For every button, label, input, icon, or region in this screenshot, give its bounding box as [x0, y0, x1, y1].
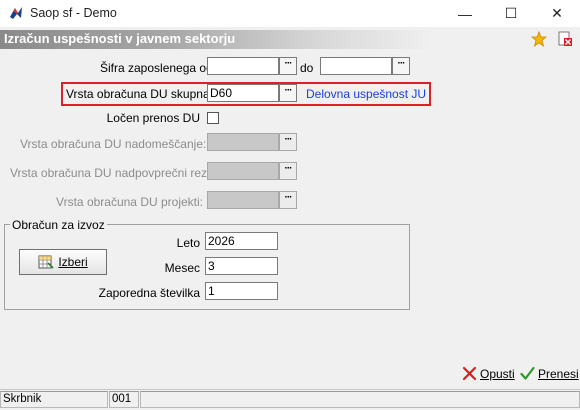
cancel-x-icon: [462, 366, 477, 381]
status-user: Skrbnik: [0, 391, 108, 408]
close-window-button[interactable]: ✕: [534, 0, 580, 27]
vrsta-skupna-lookup-button[interactable]: ···: [279, 84, 297, 102]
mesec-label: Mesec: [164, 261, 200, 275]
table-select-icon: [38, 255, 54, 269]
izberi-button[interactable]: Izberi: [19, 249, 107, 275]
vrsta-skupna-input[interactable]: D60: [207, 84, 279, 102]
star-favorite-icon[interactable]: [531, 31, 547, 47]
status-empty: [140, 391, 580, 408]
projekti-label: Vrsta obračuna DU projekti:: [56, 195, 203, 209]
sifra-from-input[interactable]: [207, 57, 279, 75]
status-company: 001: [109, 391, 139, 408]
zaporedna-label: Zaporedna številka: [98, 286, 200, 300]
zaporedna-input[interactable]: 1: [205, 282, 278, 300]
nadpovprecni-label: Vrsta obračuna DU nadpovprečni rez.:: [10, 166, 214, 180]
export-group-title: Obračun za izvoz: [10, 218, 107, 232]
leto-label: Leto: [176, 236, 200, 250]
projekti-input: [207, 191, 279, 209]
checkmark-icon: [520, 366, 535, 380]
do-label: do: [300, 61, 314, 75]
izberi-label: Izberi: [58, 255, 88, 269]
vrsta-skupna-label: Vrsta obračuna DU skupna:: [66, 87, 213, 101]
prenesi-button[interactable]: Prenesi: [520, 366, 579, 381]
locen-prenos-checkbox[interactable]: [207, 112, 219, 124]
nadomescanje-label: Vrsta obračuna DU nadomeščanje:: [20, 137, 207, 151]
maximize-button[interactable]: ☐: [488, 0, 534, 27]
leto-input[interactable]: 2026: [205, 232, 278, 250]
nadpovprecni-input: [207, 162, 279, 180]
vrsta-skupna-description: Delovna uspešnost JU: [306, 87, 427, 101]
page-title: Izračun uspešnosti v javnem sektorju: [4, 31, 236, 46]
sifra-to-input[interactable]: [320, 57, 392, 75]
opusti-label: Opusti: [480, 366, 515, 381]
window-title: Saop sf - Demo: [30, 6, 117, 20]
prenesi-label: Prenesi: [538, 366, 579, 381]
nadpovprecni-lookup-button: ···: [279, 162, 297, 180]
nadomescanje-lookup-button: ···: [279, 133, 297, 151]
opusti-button[interactable]: Opusti: [462, 366, 515, 381]
sifra-from-lookup-button[interactable]: ···: [279, 57, 297, 75]
app-icon: [10, 7, 22, 19]
close-document-icon[interactable]: [557, 31, 573, 47]
locen-prenos-label: Ločen prenos DU: [106, 111, 200, 125]
projekti-lookup-button: ···: [279, 191, 297, 209]
sifra-label: Šifra zaposlenega od :: [100, 61, 220, 75]
mesec-input[interactable]: 3: [205, 257, 278, 275]
sifra-to-lookup-button[interactable]: ···: [392, 57, 410, 75]
nadomescanje-input: [207, 133, 279, 151]
minimize-button[interactable]: —: [442, 0, 488, 27]
